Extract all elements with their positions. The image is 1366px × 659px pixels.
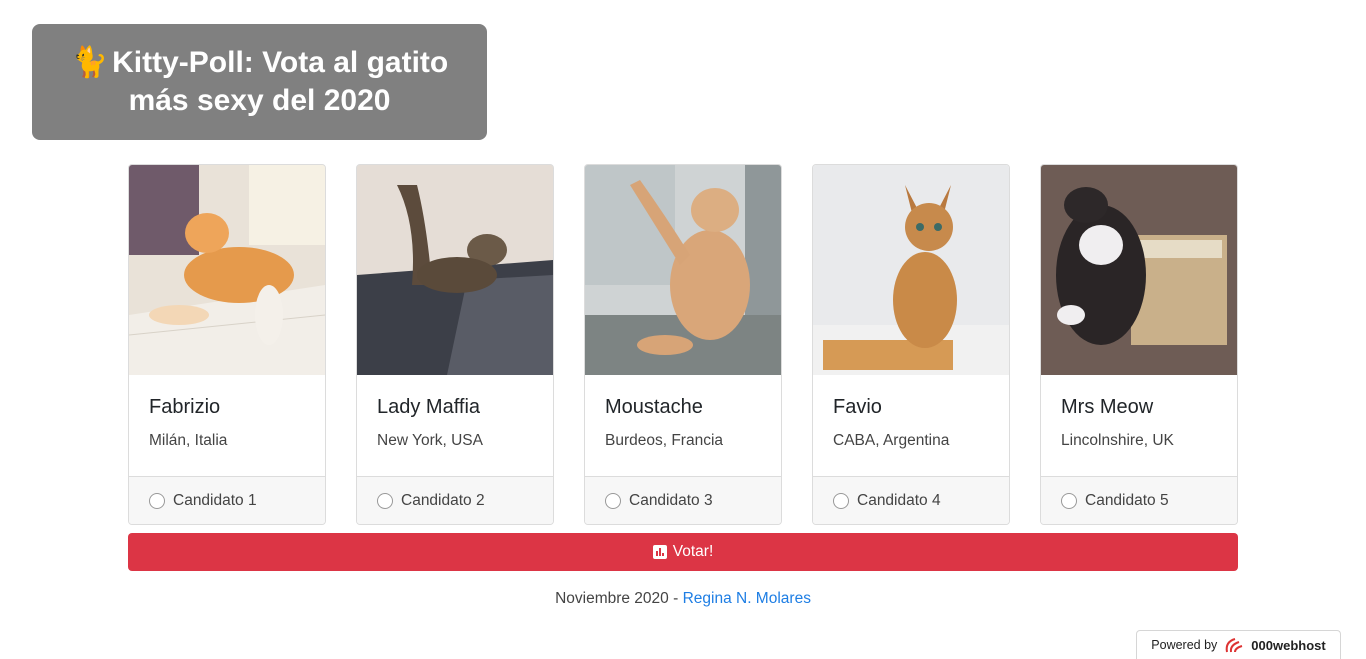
candidate-location: Milán, Italia [149,432,228,449]
candidate-card: Lady Maffia New York, USA Candidato 2 [356,164,554,525]
candidate-option[interactable]: Candidato 3 [585,476,781,524]
cat-photo [585,165,781,375]
page-title: 🐈 Kitty-Poll: Vota al gatito más sexy del… [52,44,467,120]
candidate-name: Favio [833,396,882,418]
candidate-option-label: Candidato 4 [857,491,941,509]
candidate-card: Favio CABA, Argentina Candidato 4 [812,164,1010,525]
cat-photo [129,165,325,375]
radio-button[interactable] [377,492,393,509]
candidate-option[interactable]: Candidato 4 [813,476,1009,524]
candidate-option-label: Candidato 5 [1085,491,1169,509]
cat-icon: 🐈 [70,46,109,79]
page-title-text: Kitty-Poll: Vota al gatito más sexy del … [112,46,449,117]
candidate-card: Mrs Meow Lincolnshire, UK Candidato 5 [1040,164,1238,525]
powered-by-label: Powered by [1151,638,1218,652]
cat-photo [813,165,1009,375]
candidate-name: Fabrizio [149,396,221,418]
candidate-option-label: Candidato 2 [401,491,485,509]
candidate-location: New York, USA [377,432,483,449]
candidate-option[interactable]: Candidato 5 [1041,476,1237,524]
candidate-option[interactable]: Candidato 2 [357,476,553,524]
radio-button[interactable] [149,492,165,509]
author-link[interactable]: Regina N. Molares [683,590,811,607]
candidate-cards: Fabrizio Milán, Italia Candidato 1 Lady … [128,164,1238,525]
radio-button[interactable] [605,492,621,509]
powered-by-brand: 000webhost [1251,637,1326,653]
candidate-card: Moustache Burdeos, Francia Candidato 3 [584,164,782,525]
footer: Noviembre 2020 - Regina N. Molares [0,590,1366,608]
candidate-option[interactable]: Candidato 1 [129,476,325,524]
candidate-location: CABA, Argentina [833,432,950,449]
candidate-name: Lady Maffia [377,396,481,418]
powered-by-badge[interactable]: Powered by 000webhost [1136,630,1341,659]
page-title-box: 🐈 Kitty-Poll: Vota al gatito más sexy del… [32,24,487,140]
candidate-option-label: Candidato 3 [629,491,713,509]
vote-button-label: Votar! [672,543,714,560]
candidate-location: Lincolnshire, UK [1061,432,1174,449]
radio-button[interactable] [1061,492,1077,509]
footer-date: Noviembre 2020 - [555,590,683,607]
candidate-name: Moustache [605,396,703,418]
candidate-card: Fabrizio Milán, Italia Candidato 1 [128,164,326,525]
radio-button[interactable] [833,492,849,509]
vote-button[interactable]: Votar! [128,533,1238,571]
candidate-name: Mrs Meow [1061,396,1154,418]
bar-chart-icon [652,545,667,559]
webhost-logo-icon [1225,638,1243,653]
candidate-location: Burdeos, Francia [605,432,724,449]
candidate-option-label: Candidato 1 [173,491,257,509]
cat-photo [357,165,553,375]
cat-photo [1041,165,1237,375]
